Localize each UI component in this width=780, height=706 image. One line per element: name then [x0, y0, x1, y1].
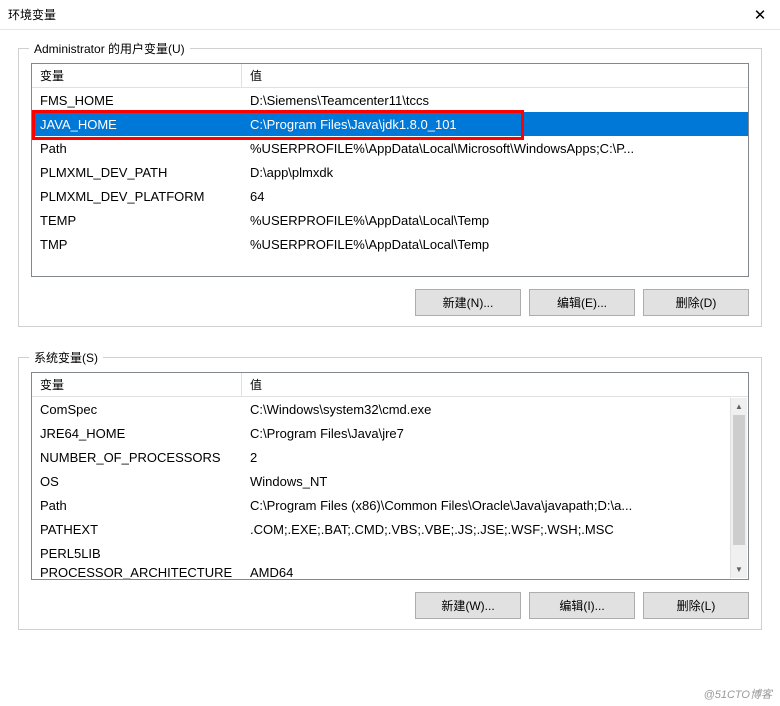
- scroll-down-icon[interactable]: ▼: [731, 561, 747, 578]
- var-name: TMP: [32, 237, 242, 252]
- scrollbar[interactable]: ▲ ▼: [730, 398, 747, 578]
- delete-sys-button[interactable]: 删除(L): [643, 592, 749, 619]
- var-value: Windows_NT: [242, 474, 731, 489]
- var-name: Path: [32, 498, 242, 513]
- table-row[interactable]: PERL5LIB: [32, 541, 731, 565]
- sys-vars-table[interactable]: 变量 值 ComSpecC:\Windows\system32\cmd.exeJ…: [31, 372, 749, 580]
- table-row[interactable]: PLMXML_DEV_PLATFORM64: [32, 184, 748, 208]
- sys-vars-body: ComSpecC:\Windows\system32\cmd.exeJRE64_…: [32, 397, 748, 579]
- var-value: AMD64: [242, 565, 731, 579]
- var-name: FMS_HOME: [32, 93, 242, 108]
- header-value[interactable]: 值: [242, 373, 748, 396]
- table-row[interactable]: TMP%USERPROFILE%\AppData\Local\Temp: [32, 232, 748, 256]
- header-value[interactable]: 值: [242, 64, 748, 87]
- var-name: TEMP: [32, 213, 242, 228]
- var-value: C:\Program Files\Java\jre7: [242, 426, 731, 441]
- watermark: @51CTO博客: [704, 686, 772, 702]
- var-name: PLMXML_DEV_PATH: [32, 165, 242, 180]
- var-name: Path: [32, 141, 242, 156]
- var-name: PLMXML_DEV_PLATFORM: [32, 189, 242, 204]
- system-variables-group: 系统变量(S) 变量 值 ComSpecC:\Windows\system32\…: [18, 357, 762, 630]
- var-value: %USERPROFILE%\AppData\Local\Temp: [242, 237, 748, 252]
- dialog-content: Administrator 的用户变量(U) 变量 值 FMS_HOMED:\S…: [0, 30, 780, 670]
- var-name: NUMBER_OF_PROCESSORS: [32, 450, 242, 465]
- user-button-row: 新建(N)... 编辑(E)... 删除(D): [31, 289, 749, 316]
- table-row[interactable]: PATHEXT.COM;.EXE;.BAT;.CMD;.VBS;.VBE;.JS…: [32, 517, 731, 541]
- user-vars-body: FMS_HOMED:\Siemens\Teamcenter11\tccsJAVA…: [32, 88, 748, 276]
- window-title: 环境变量: [8, 6, 56, 23]
- sys-button-row: 新建(W)... 编辑(I)... 删除(L): [31, 592, 749, 619]
- var-name: ComSpec: [32, 402, 242, 417]
- var-name: JAVA_HOME: [32, 117, 242, 132]
- table-row[interactable]: JRE64_HOMEC:\Program Files\Java\jre7: [32, 421, 731, 445]
- scroll-thumb[interactable]: [733, 415, 745, 545]
- user-vars-label: Administrator 的用户变量(U): [29, 40, 190, 57]
- var-value: .COM;.EXE;.BAT;.CMD;.VBS;.VBE;.JS;.JSE;.…: [242, 522, 731, 537]
- var-name: JRE64_HOME: [32, 426, 242, 441]
- table-row[interactable]: JAVA_HOMEC:\Program Files\Java\jdk1.8.0_…: [32, 112, 748, 136]
- var-value: C:\Program Files (x86)\Common Files\Orac…: [242, 498, 731, 513]
- user-vars-table[interactable]: 变量 值 FMS_HOMED:\Siemens\Teamcenter11\tcc…: [31, 63, 749, 277]
- var-value: 2: [242, 450, 731, 465]
- user-variables-group: Administrator 的用户变量(U) 变量 值 FMS_HOMED:\S…: [18, 48, 762, 327]
- var-name: PERL5LIB: [32, 546, 242, 561]
- sys-vars-header: 变量 值: [32, 373, 748, 397]
- table-row[interactable]: FMS_HOMED:\Siemens\Teamcenter11\tccs: [32, 88, 748, 112]
- scroll-up-icon[interactable]: ▲: [731, 398, 747, 415]
- edit-sys-button[interactable]: 编辑(I)...: [529, 592, 635, 619]
- var-value: %USERPROFILE%\AppData\Local\Temp: [242, 213, 748, 228]
- table-row[interactable]: OSWindows_NT: [32, 469, 731, 493]
- title-bar: 环境变量 ✕: [0, 0, 780, 30]
- user-vars-header: 变量 值: [32, 64, 748, 88]
- table-row[interactable]: PathC:\Program Files (x86)\Common Files\…: [32, 493, 731, 517]
- table-row[interactable]: PROCESSOR_ARCHITECTUREAMD64: [32, 565, 731, 579]
- table-row[interactable]: ComSpecC:\Windows\system32\cmd.exe: [32, 397, 731, 421]
- var-name: PATHEXT: [32, 522, 242, 537]
- var-value: C:\Program Files\Java\jdk1.8.0_101: [242, 117, 748, 132]
- edit-user-button[interactable]: 编辑(E)...: [529, 289, 635, 316]
- header-variable[interactable]: 变量: [32, 64, 242, 87]
- header-variable[interactable]: 变量: [32, 373, 242, 396]
- sys-vars-label: 系统变量(S): [29, 349, 103, 366]
- var-value: D:\app\plmxdk: [242, 165, 748, 180]
- var-name: OS: [32, 474, 242, 489]
- table-row[interactable]: NUMBER_OF_PROCESSORS2: [32, 445, 731, 469]
- close-icon[interactable]: ✕: [748, 6, 772, 24]
- var-value: C:\Windows\system32\cmd.exe: [242, 402, 731, 417]
- var-value: 64: [242, 189, 748, 204]
- var-value: D:\Siemens\Teamcenter11\tccs: [242, 93, 748, 108]
- table-row[interactable]: TEMP%USERPROFILE%\AppData\Local\Temp: [32, 208, 748, 232]
- new-sys-button[interactable]: 新建(W)...: [415, 592, 521, 619]
- var-name: PROCESSOR_ARCHITECTURE: [32, 565, 242, 579]
- var-value: %USERPROFILE%\AppData\Local\Microsoft\Wi…: [242, 141, 748, 156]
- table-row[interactable]: PLMXML_DEV_PATHD:\app\plmxdk: [32, 160, 748, 184]
- table-row[interactable]: Path%USERPROFILE%\AppData\Local\Microsof…: [32, 136, 748, 160]
- delete-user-button[interactable]: 删除(D): [643, 289, 749, 316]
- new-user-button[interactable]: 新建(N)...: [415, 289, 521, 316]
